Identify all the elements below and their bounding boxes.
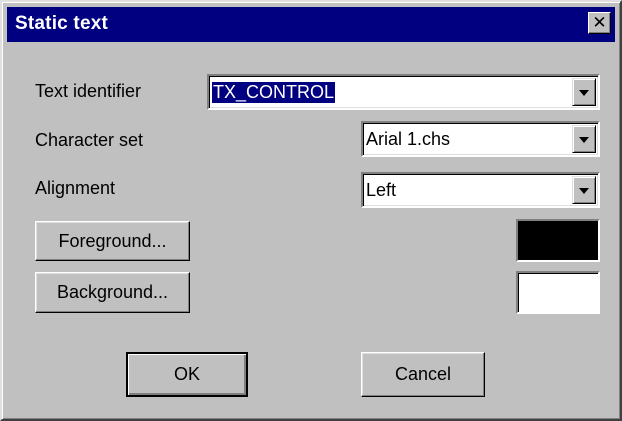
static-text-dialog: Static text ✕ Text identifier TX_CONTROL… (0, 0, 622, 421)
character-set-value: Arial 1.chs (366, 129, 451, 149)
background-button[interactable]: Background... (35, 272, 190, 313)
close-icon: ✕ (592, 13, 607, 33)
text-identifier-label: Text identifier (35, 81, 142, 101)
alignment-select[interactable]: Left (361, 172, 600, 208)
text-identifier-combobox[interactable]: TX_CONTROL (207, 74, 600, 110)
text-identifier-value[interactable]: TX_CONTROL (212, 82, 336, 103)
character-set-dropdown-button[interactable] (572, 125, 596, 153)
text-identifier-dropdown-button[interactable] (572, 78, 596, 106)
alignment-label: Alignment (35, 178, 116, 198)
chevron-down-icon (579, 188, 589, 194)
foreground-button[interactable]: Foreground... (35, 221, 190, 261)
character-set-label: Character set (35, 130, 144, 150)
dialog-title: Static text (15, 13, 109, 34)
alignment-value: Left (366, 180, 397, 200)
background-color-swatch (516, 271, 600, 314)
cancel-button[interactable]: Cancel (361, 352, 485, 397)
ok-button[interactable]: OK (126, 352, 248, 397)
title-bar[interactable]: Static text ✕ (7, 7, 615, 42)
close-button[interactable]: ✕ (588, 12, 611, 34)
foreground-color-swatch (516, 219, 600, 262)
chevron-down-icon (579, 90, 589, 96)
alignment-dropdown-button[interactable] (572, 176, 596, 204)
character-set-select[interactable]: Arial 1.chs (361, 121, 600, 157)
chevron-down-icon (579, 137, 589, 143)
